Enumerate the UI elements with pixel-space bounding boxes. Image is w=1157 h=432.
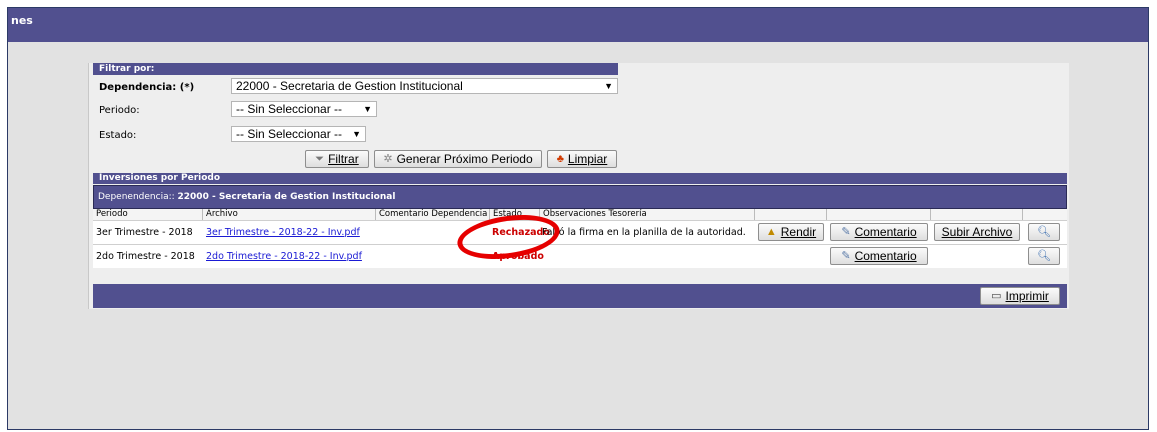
table-row: 3er Trimestre - 2018 3er Trimestre - 201… <box>93 220 1067 244</box>
comentario-button[interactable]: ✎ Comentario <box>830 247 928 265</box>
imprimir-button[interactable]: ▭ Imprimir <box>980 287 1060 305</box>
generar-label: Generar Próximo Periodo <box>396 152 533 166</box>
periodo-select[interactable]: -- Sin Seleccionar -- ▼ <box>231 101 377 117</box>
table-footer: ▭ Imprimir <box>93 284 1067 308</box>
magnifier-icon: 🔍︎ <box>1037 249 1051 262</box>
rendir-button[interactable]: ▲ Rendir <box>758 223 824 241</box>
col-header-blank-4 <box>1023 209 1067 220</box>
chevron-down-icon: ▼ <box>352 129 361 139</box>
comentario-button[interactable]: ✎ Comentario <box>830 223 928 241</box>
comentario-label: Comentario <box>854 225 917 239</box>
stamp-icon: ▲ <box>765 225 777 238</box>
col-header-archivo: Archivo <box>203 209 376 220</box>
col-header-blank-1 <box>755 209 827 220</box>
pencil-icon: ✎ <box>841 225 851 238</box>
printer-icon: ▭ <box>991 289 1002 302</box>
limpiar-label: Limpiar <box>567 152 608 166</box>
comentario-label: Comentario <box>854 249 917 263</box>
chevron-down-icon: ▼ <box>363 104 372 114</box>
subir-archivo-label: Subir Archivo <box>941 225 1013 239</box>
app-window: nes Filtrar por: Dependencia: (*) 22000 … <box>7 7 1149 430</box>
archivo-link[interactable]: 2do Trimestre - 2018-22 - Inv.pdf <box>206 245 362 268</box>
gear-icon: ✲ <box>383 152 393 165</box>
filter-header: Filtrar por: <box>93 63 618 75</box>
top-bar-title: nes <box>11 14 33 27</box>
subir-archivo-button[interactable]: Subir Archivo <box>934 223 1020 241</box>
col-header-blank-2 <box>827 209 931 220</box>
estado-value: -- Sin Seleccionar -- <box>236 127 343 141</box>
imprimir-label: Imprimir <box>1005 289 1049 303</box>
periodo-label: Periodo: <box>99 105 140 116</box>
magnifier-icon: 🔍︎ <box>1037 225 1051 238</box>
view-button[interactable]: 🔍︎ <box>1028 247 1060 265</box>
archivo-link[interactable]: 3er Trimestre - 2018-22 - Inv.pdf <box>206 221 360 244</box>
col-header-comentario: Comentario Dependencia <box>376 209 490 220</box>
periodo-cell: 3er Trimestre - 2018 <box>96 227 193 238</box>
dependencia-group-header: Depenendencia:: 22000 - Secretaria de Ge… <box>93 185 1067 209</box>
estado-select[interactable]: -- Sin Seleccionar -- ▼ <box>231 126 366 142</box>
limpiar-button[interactable]: ♣ Limpiar <box>547 150 617 168</box>
col-header-blank-3 <box>931 209 1023 220</box>
chevron-down-icon: ▼ <box>604 81 613 91</box>
top-bar: nes <box>8 8 1148 42</box>
rendir-label: Rendir <box>780 225 817 239</box>
funnel-icon: ⏷ <box>315 152 325 165</box>
main-panel: Filtrar por: Dependencia: (*) 22000 - Se… <box>88 63 1069 309</box>
filtrar-button[interactable]: ⏷ Filtrar <box>305 150 369 168</box>
generar-periodo-button[interactable]: ✲ Generar Próximo Periodo <box>374 150 542 168</box>
col-header-periodo: Periodo <box>93 209 203 220</box>
observacion-cell: Faltó la firma en la planilla de la auto… <box>542 227 746 238</box>
dependencia-label: Dependencia: (*) <box>99 82 195 93</box>
dependencia-value: 22000 - Secretaria de Gestion Institucio… <box>236 79 463 93</box>
dependencia-name: 22000 - Secretaria de Gestion Institucio… <box>177 192 396 202</box>
dependencia-prefix: Depenendencia:: <box>98 192 178 202</box>
inversiones-header: Inversiones por Periodo <box>93 173 1067 184</box>
dependencia-select[interactable]: 22000 - Secretaria de Gestion Institucio… <box>231 78 618 94</box>
view-button[interactable]: 🔍︎ <box>1028 223 1060 241</box>
table-row: 2do Trimestre - 2018 2do Trimestre - 201… <box>93 244 1067 268</box>
broom-icon: ♣ <box>556 152 564 165</box>
filtrar-label: Filtrar <box>328 152 359 166</box>
periodo-cell: 2do Trimestre - 2018 <box>96 251 195 262</box>
estado-label: Estado: <box>99 130 137 141</box>
col-header-observaciones: Observaciones Tesorería <box>540 209 755 220</box>
pencil-icon: ✎ <box>841 249 851 262</box>
periodo-value: -- Sin Seleccionar -- <box>236 102 343 116</box>
